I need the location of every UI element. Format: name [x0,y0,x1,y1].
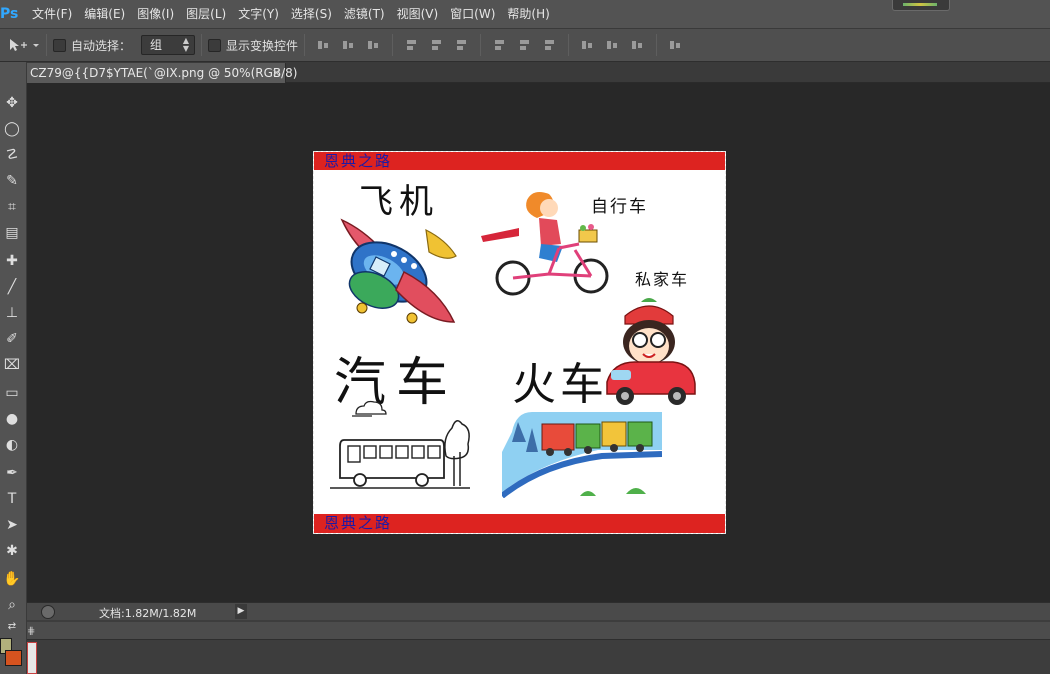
hand-tool-icon[interactable]: ✋ [0,568,24,590]
status-menu-arrow-icon[interactable]: ▶ [235,604,247,619]
dodge-tool-icon[interactable]: ◐ [0,434,24,456]
healing-brush-tool-icon[interactable]: ✚ [0,250,24,272]
workspace-switcher[interactable] [892,0,950,11]
align-bottom-icon[interactable] [366,38,381,52]
custom-shape-tool-icon[interactable]: ✱ [0,540,24,562]
align-hcenter-icon[interactable] [429,38,444,52]
options-divider [480,34,482,56]
zoom-tool-icon[interactable]: ⌕ [0,594,24,616]
crop-tool-icon[interactable]: ⌗ [0,196,24,218]
path-selection-tool-icon[interactable]: ➤ [0,514,24,536]
eraser-tool-icon[interactable]: ⌧ [0,354,24,376]
options-divider [304,34,306,56]
bottom-panel: ⋕ [27,620,1050,674]
type-tool-icon[interactable]: T [0,488,24,510]
status-icon[interactable] [41,605,55,619]
airplane-illustration [340,218,457,324]
status-bar: 文档:1.82M/1.82M ▶ [27,602,1050,620]
background-color-swatch[interactable] [5,650,22,666]
menu-edit[interactable]: 编辑(E) [78,0,131,28]
show-transform-label: 显示变换控件 [226,38,299,53]
show-transform-checkbox[interactable] [208,38,222,52]
document-canvas[interactable]: 恩典之路 飞机 自行车 私家车 汽车 火车 恩典之路 [313,151,726,534]
align-vcenter-icon[interactable] [341,38,356,52]
distribute-hcenter-icon[interactable] [605,38,620,52]
app-logo: Ps [0,6,19,22]
auto-select-value: 组 [150,38,163,52]
blur-tool-icon[interactable]: ● [0,408,24,430]
distribute-right-icon[interactable] [630,38,645,52]
menu-help[interactable]: 帮助(H) [501,0,555,28]
swap-colors-icon[interactable]: ⇄ [0,616,24,638]
dropdown-arrows-icon: ▲ ▼ [182,36,190,53]
bottom-panel-tab[interactable]: ⋕ [27,622,1050,640]
options-divider [656,34,658,56]
menu-select[interactable]: 选择(S) [285,0,338,28]
distribute-top-icon[interactable] [492,38,507,52]
document-size-info: 文档:1.82M/1.82M [99,607,197,620]
brush-tool-icon[interactable]: ╱ [0,276,24,298]
menu-view[interactable]: 视图(V) [391,0,445,28]
auto-align-icon[interactable] [668,38,683,52]
pen-tool-icon[interactable]: ✒ [0,462,24,484]
panel-thumbnail[interactable] [27,642,37,674]
word-train: 火车 [512,359,608,410]
tools-panel: ✥ ◯ ☡ ✎ ⌗ ▤ ✚ ╱ ⊥ ✐ ⌧ ▭ ● ◐ ✒ T ➤ ✱ ✋ ⌕ … [0,62,27,674]
cloud-doodle [352,400,387,417]
move-tool-icon[interactable]: ✥ [0,92,24,114]
marquee-tool-icon[interactable]: ◯ [0,118,24,140]
align-left-icon[interactable] [404,38,419,52]
options-bar: 自动选择： 组 ▲ ▼ 显示变换控件 [0,28,1050,62]
options-divider [46,34,47,56]
menu-bar: Ps 文件(F) 编辑(E) 图像(I) 图层(L) 文字(Y) 选择(S) 滤… [0,0,1050,28]
auto-select-checkbox[interactable] [53,38,66,52]
quick-select-tool-icon[interactable]: ✎ [0,170,24,192]
bottom-banner-text: 恩典之路 [324,514,393,532]
menu-filter[interactable]: 滤镜(T) [338,0,391,28]
menu-type[interactable]: 文字(Y) [232,0,285,28]
distribute-left-icon[interactable] [580,38,595,52]
menu-image[interactable]: 图像(I) [131,0,180,28]
menu-file[interactable]: 文件(F) [26,0,78,28]
auto-select-dropdown[interactable]: 组 ▲ ▼ [141,35,196,55]
distribute-vcenter-icon[interactable] [517,38,532,52]
private-car-illustration [606,298,696,405]
bus-illustration [330,420,470,489]
move-tool-preset-icon[interactable] [6,35,40,55]
eyedropper-tool-icon[interactable]: ▤ [0,222,24,244]
document-tab-bar: CZ79@{{D7$YTAE(`@IX.png @ 50%(RGB/8) × [27,62,1050,83]
bottom-banner: 恩典之路 [314,514,725,533]
options-divider [568,34,570,56]
top-banner: 恩典之路 [314,152,725,170]
auto-select-label: 自动选择： [71,38,132,53]
panel-grip-icon: ⋕ [27,626,36,637]
word-private-car: 私家车 [635,270,690,289]
align-right-icon[interactable] [454,38,469,52]
menu-window[interactable]: 窗口(W) [444,0,501,28]
close-icon[interactable]: × [272,63,281,83]
lasso-tool-icon[interactable]: ☡ [0,144,24,166]
gradient-tool-icon[interactable]: ▭ [0,382,24,404]
train-illustration [502,412,662,498]
top-banner-text: 恩典之路 [324,152,393,170]
distribute-bottom-icon[interactable] [542,38,557,52]
word-bicycle: 自行车 [591,197,648,217]
history-brush-tool-icon[interactable]: ✐ [0,328,24,350]
document-tab-title: CZ79@{{D7$YTAE(`@IX.png @ 50%(RGB/8) [30,66,298,80]
document-tab[interactable]: CZ79@{{D7$YTAE(`@IX.png @ 50%(RGB/8) × [27,63,297,83]
menu-layer[interactable]: 图层(L) [180,0,232,28]
align-top-icon[interactable] [316,38,331,52]
clone-stamp-tool-icon[interactable]: ⊥ [0,302,24,324]
options-divider [201,34,203,56]
options-divider [392,34,394,56]
